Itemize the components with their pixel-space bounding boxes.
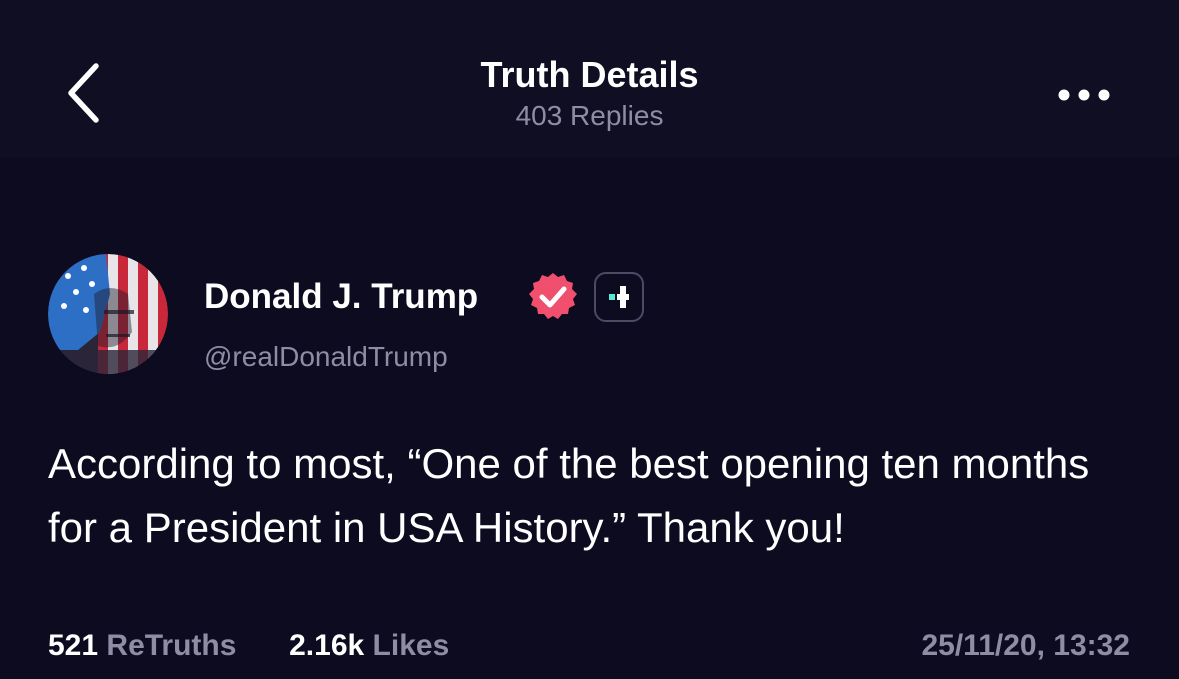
likes-stat[interactable]: 2.16k Likes [289, 629, 449, 662]
ellipsis-icon [1058, 89, 1110, 101]
header-title-group: Truth Details 403 Replies [0, 52, 1179, 134]
author-name[interactable]: Donald J. Trump [204, 274, 478, 320]
retruths-label: ReTruths [106, 629, 237, 662]
verified-badge-icon [529, 273, 577, 319]
plus-badge-icon [609, 286, 629, 308]
replies-count: 403 Replies [515, 100, 664, 131]
truth-details-screen: Truth Details 403 Replies Donald J. Trum… [0, 0, 1179, 679]
page-title: Truth Details [480, 54, 699, 95]
avatar-image [48, 254, 168, 374]
author-handle[interactable]: @realDonaldTrump [204, 338, 448, 376]
post-stats: 521 ReTruths 2.16k Likes [48, 626, 449, 666]
avatar[interactable] [48, 254, 168, 374]
plus-badge [594, 272, 644, 322]
post-text: According to most, “One of the best open… [48, 440, 1090, 551]
retruths-count: 521 [48, 629, 99, 662]
more-options-button[interactable] [1052, 78, 1116, 112]
retruths-stat[interactable]: 521 ReTruths [48, 629, 245, 662]
likes-count: 2.16k [289, 629, 365, 662]
top-navigation-bar: Truth Details 403 Replies [0, 0, 1179, 158]
verified-badge [526, 270, 580, 324]
likes-label: Likes [372, 629, 450, 662]
post-timestamp: 25/11/20, 13:32 [921, 629, 1130, 662]
